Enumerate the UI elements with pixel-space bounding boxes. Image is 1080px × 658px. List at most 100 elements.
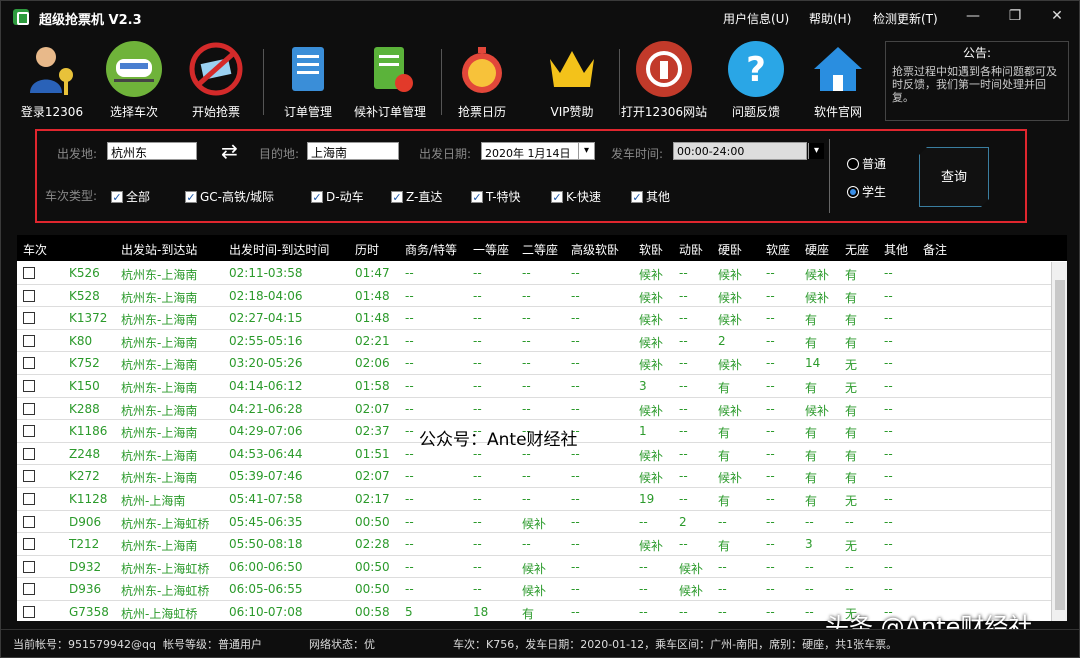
table-row[interactable]: K526 杭州东-上海南 02:11-03:58 01:47 -- -- -- -- 候补 -- 候…: [17, 262, 1051, 285]
order-manage-button[interactable]: 订单管理: [263, 39, 353, 121]
type-checkbox-gc[interactable]: ✓ GC-高铁/城际: [185, 188, 274, 205]
col-other[interactable]: 其他: [884, 241, 908, 258]
row-checkbox[interactable]: [23, 312, 35, 325]
row-checkbox[interactable]: [23, 492, 35, 505]
col-duration[interactable]: 历时: [355, 241, 379, 258]
cell-train-no: D936: [69, 582, 102, 597]
row-checkbox[interactable]: [23, 605, 35, 618]
type-checkbox-k[interactable]: ✓ K-快速: [551, 188, 601, 205]
col-premium-sleeper[interactable]: 高级软卧: [571, 241, 619, 258]
table-row[interactable]: D932 杭州东-上海虹桥 06:00-06:50 00:50 -- -- 候补 -- -- 候补…: [17, 556, 1051, 579]
chevron-down-icon[interactable]: ▾: [578, 143, 594, 159]
cell-train-no: D906: [69, 514, 102, 529]
table-row[interactable]: D906 杭州东-上海虹桥 05:45-06:35 00:50 -- -- 候补 -- -- 2 -…: [17, 511, 1051, 534]
col-soft-seat[interactable]: 软座: [766, 241, 790, 258]
col-second-class[interactable]: 二等座: [522, 241, 558, 258]
row-checkbox[interactable]: [23, 267, 35, 279]
row-checkbox[interactable]: [23, 402, 35, 415]
close-button[interactable]: ✕: [1047, 7, 1067, 25]
cell-no-seat: 有: [845, 335, 858, 350]
table-row[interactable]: K288 杭州东-上海南 04:21-06:28 02:07 -- -- -- -- 候补 -- 候…: [17, 398, 1051, 421]
cell-hard-seat: 3: [805, 537, 813, 552]
cell-stations: 杭州东-上海虹桥: [121, 561, 210, 576]
cell-soft-sleeper: 候补: [639, 403, 664, 418]
cell-duration: 00:50: [355, 582, 390, 597]
table-row[interactable]: K150 杭州东-上海南 04:14-06:12 01:58 -- -- -- -- 3 -- 有 -…: [17, 375, 1051, 398]
col-hard-seat[interactable]: 硬座: [805, 241, 829, 258]
cell-soft-sleeper: --: [639, 514, 648, 529]
row-checkbox[interactable]: [23, 425, 35, 438]
maximize-button[interactable]: ❐: [1005, 7, 1025, 25]
query-button[interactable]: 查询: [919, 147, 989, 207]
col-first-class[interactable]: 一等座: [473, 241, 509, 258]
vertical-scrollbar[interactable]: [1051, 262, 1067, 621]
vip-button[interactable]: VIP赞助: [527, 39, 617, 121]
type-checkbox-t[interactable]: ✓ T-特快: [471, 188, 521, 205]
row-checkbox[interactable]: [23, 357, 35, 370]
col-remark[interactable]: 备注: [923, 241, 947, 258]
table-row[interactable]: T212 杭州东-上海南 05:50-08:18 02:28 -- -- -- -- 候补 -- 有…: [17, 533, 1051, 556]
type-checkbox-all[interactable]: ✓ 全部: [111, 188, 150, 205]
type-label-z: Z-直达: [406, 190, 443, 204]
col-times[interactable]: 出发时间-到达时间: [229, 241, 329, 258]
row-checkbox[interactable]: [23, 470, 35, 483]
row-checkbox[interactable]: [23, 538, 35, 551]
cell-first-class: --: [473, 491, 482, 506]
select-train-button[interactable]: 选择车次: [89, 39, 179, 121]
row-checkbox[interactable]: [23, 334, 35, 347]
type-checkbox-z[interactable]: ✓ Z-直达: [391, 188, 442, 205]
cell-moving-sleeper: --: [679, 604, 688, 619]
row-checkbox[interactable]: [23, 447, 35, 460]
cell-moving-sleeper: --: [679, 378, 688, 393]
website-label: 软件官网: [813, 105, 862, 119]
cell-times: 04:21-06:28: [229, 401, 303, 416]
row-checkbox[interactable]: [23, 583, 35, 596]
col-train-no[interactable]: 车次: [23, 241, 47, 258]
type-checkbox-d[interactable]: ✓ D-动车: [311, 188, 364, 205]
menu-help[interactable]: 帮助(H): [809, 10, 851, 27]
date-picker[interactable]: 2020年 1月14日 ▾: [481, 142, 595, 160]
col-business[interactable]: 商务/特等: [405, 241, 457, 258]
open-12306-button[interactable]: 打开12306网站: [619, 39, 709, 121]
row-checkbox[interactable]: [23, 560, 35, 573]
row-checkbox[interactable]: [23, 515, 35, 528]
minimize-button[interactable]: —: [963, 7, 983, 25]
radio-normal[interactable]: 普通: [847, 155, 886, 172]
scrollbar-thumb[interactable]: [1055, 280, 1065, 610]
website-button[interactable]: 软件官网: [793, 39, 883, 121]
type-checkbox-other[interactable]: ✓ 其他: [631, 188, 670, 205]
menu-user-info[interactable]: 用户信息(U): [723, 10, 789, 27]
table-row[interactable]: K1372 杭州东-上海南 02:27-04:15 01:48 -- -- -- -- 候补 --…: [17, 307, 1051, 330]
waitlist-order-button[interactable]: 候补订单管理: [345, 39, 435, 121]
from-input[interactable]: 杭州东: [107, 142, 197, 160]
radio-student[interactable]: 学生: [847, 183, 886, 200]
cell-stations: 杭州东-上海南: [121, 471, 198, 486]
cell-duration: 01:51: [355, 446, 390, 461]
row-checkbox[interactable]: [23, 289, 35, 302]
row-checkbox[interactable]: [23, 379, 35, 392]
swap-icon[interactable]: ⇄: [221, 139, 238, 163]
cell-train-no: K752: [69, 356, 100, 371]
cell-business: --: [405, 288, 414, 303]
col-stations[interactable]: 出发站-到达站: [121, 241, 197, 258]
table-row[interactable]: K752 杭州东-上海南 03:20-05:26 02:06 -- -- -- -- 候补 -- 候…: [17, 352, 1051, 375]
time-select[interactable]: 00:00-24:00 ▾: [673, 142, 824, 160]
start-grab-button[interactable]: 开始抢票: [171, 39, 261, 121]
table-row[interactable]: K272 杭州东-上海南 05:39-07:46 02:07 -- -- -- -- 候补 -- 候…: [17, 465, 1051, 488]
menu-check-update[interactable]: 检测更新(T): [873, 10, 938, 27]
col-no-seat[interactable]: 无座: [845, 241, 869, 258]
table-row[interactable]: K80 杭州东-上海南 02:55-05:16 02:21 -- -- -- -- 候补 -- 2 -…: [17, 330, 1051, 353]
col-hard-sleeper[interactable]: 硬卧: [718, 241, 742, 258]
to-input[interactable]: 上海南: [307, 142, 399, 160]
table-row[interactable]: K528 杭州东-上海南 02:18-04:06 01:48 -- -- -- -- 候补 -- 候…: [17, 285, 1051, 308]
col-soft-sleeper[interactable]: 软卧: [639, 241, 663, 258]
login-button[interactable]: 登录12306: [7, 39, 97, 121]
col-moving-sleeper[interactable]: 动卧: [679, 241, 703, 258]
table-row[interactable]: K1128 杭州-上海南 05:41-07:58 02:17 -- -- -- -- 19 -- 有…: [17, 488, 1051, 511]
cell-premium-sleeper: --: [571, 469, 580, 484]
table-row[interactable]: D936 杭州东-上海虹桥 06:05-06:55 00:50 -- -- 候补 -- -- 候补…: [17, 578, 1051, 601]
chevron-down-icon[interactable]: ▾: [808, 143, 824, 159]
cell-soft-sleeper: 3: [639, 378, 647, 393]
grab-calendar-button[interactable]: 抢票日历: [437, 39, 527, 121]
feedback-button[interactable]: ? 问题反馈: [711, 39, 801, 121]
